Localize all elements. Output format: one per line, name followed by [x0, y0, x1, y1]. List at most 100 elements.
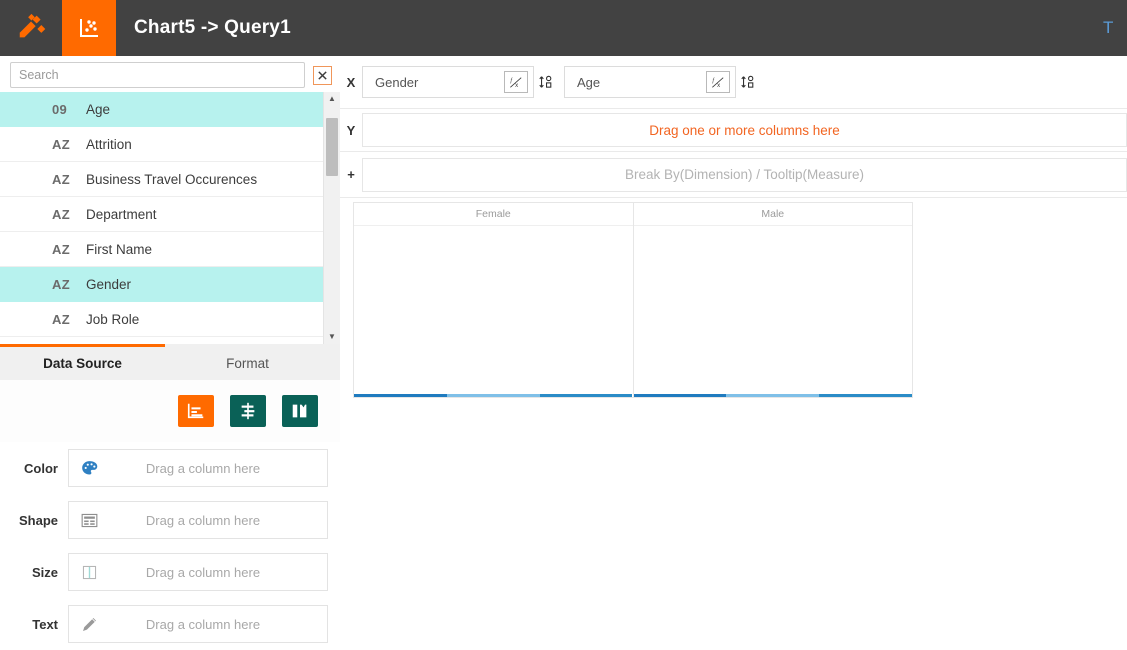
bar-segment [539, 394, 633, 397]
chart-type-toolbar [0, 380, 340, 442]
encoding-label-color: Color [24, 460, 58, 476]
scroll-down-arrow-icon[interactable]: ▼ [328, 330, 336, 344]
bar-segment [446, 394, 540, 397]
column-list-wrapper: 09 Age AZ Attrition AZ Business Travel O… [0, 92, 340, 344]
scatter-chart-icon[interactable] [62, 0, 116, 56]
bar-series-female [354, 394, 633, 397]
column-list-scrollbar[interactable]: ▲ ▼ [323, 92, 340, 344]
column-name: Job Role [86, 311, 140, 327]
x-pill-gender[interactable]: Gender f x [362, 66, 534, 98]
x-pill-group-age: Age f x [564, 66, 760, 98]
data-source-panel: 09 Age AZ Attrition AZ Business Travel O… [0, 56, 341, 643]
search-input[interactable] [10, 62, 305, 88]
tab-data-source[interactable]: Data Source [0, 344, 165, 380]
color-drop-zone[interactable]: Drag a column here [68, 449, 328, 487]
bar-chart-type-button[interactable] [178, 395, 214, 427]
encoding-label-text: Text [32, 616, 58, 632]
column-item-first-name[interactable]: AZ First Name [0, 232, 323, 267]
column-name: Gender [86, 276, 132, 292]
clear-search-button[interactable] [313, 65, 332, 85]
encoding-label-size: Size [31, 564, 58, 580]
facet-plot-female[interactable] [354, 226, 633, 397]
x-shelf-key: X [346, 74, 356, 90]
size-bar-icon [69, 563, 109, 582]
tab-format[interactable]: Format [165, 344, 330, 380]
column-type-badge: AZ [52, 276, 70, 292]
y-shelf: Y Drag one or more columns here [340, 109, 1127, 152]
chart-workspace: X Gender f x Age f x Y Drag one or more … [340, 56, 1127, 636]
header-right-edge-label[interactable]: T [1103, 0, 1127, 56]
chart-facet-male[interactable]: Male [632, 202, 913, 398]
break-by-shelf: + Break By(Dimension) / Tooltip(Measure) [340, 152, 1127, 198]
encoding-label-shape: Shape [18, 512, 58, 528]
x-pill-group-gender: Gender f x [362, 66, 558, 98]
scroll-up-arrow-icon[interactable]: ▲ [328, 92, 336, 106]
column-item-gender[interactable]: AZ Gender [0, 267, 323, 302]
column-type-badge: AZ [52, 136, 70, 152]
x-pill-gender-label: Gender [375, 74, 419, 90]
column-type-badge: AZ [52, 311, 70, 327]
column-item-attrition[interactable]: AZ Attrition [0, 127, 323, 162]
facet-title-male: Male [633, 203, 912, 226]
y-drop-zone[interactable]: Drag one or more columns here [362, 113, 1127, 147]
scrollbar-track[interactable] [324, 106, 340, 330]
chart-canvas[interactable]: Female Male [353, 202, 913, 398]
encoding-row-size: Size Drag a column here [0, 546, 340, 598]
panel-tabs: Data Source Format [0, 344, 340, 381]
bar-segment [633, 394, 727, 397]
color-drop-placeholder: Drag a column here [145, 460, 261, 476]
bar-segment [819, 394, 912, 397]
column-name: Business Travel Occurences [86, 171, 258, 187]
column-name: First Name [86, 241, 153, 257]
chart-facets: Female Male [353, 202, 913, 398]
palette-icon [69, 459, 109, 478]
scrollbar-thumb[interactable] [326, 118, 338, 176]
break-by-drop-placeholder: Break By(Dimension) / Tooltip(Measure) [624, 167, 865, 182]
bar-segment [354, 394, 447, 397]
chart-builder-app: Chart5 -> Query1 T 09 Age AZ Attrition [0, 0, 1127, 643]
column-name: Department [86, 206, 157, 222]
text-drop-zone[interactable]: Drag a column here [68, 605, 328, 643]
function-fx-icon[interactable]: f x [504, 71, 528, 93]
shape-drop-placeholder: Drag a column here [145, 512, 261, 528]
facet-plot-male[interactable] [633, 226, 913, 397]
column-name: Attrition [86, 136, 132, 152]
encoding-row-text: Text Drag a column here [0, 598, 340, 650]
encoding-row-color: Color Drag a column here [0, 442, 340, 494]
stacked-chart-type-button[interactable] [230, 395, 266, 427]
size-drop-zone[interactable]: Drag a column here [68, 553, 328, 591]
sort-az-icon[interactable] [534, 74, 558, 90]
function-fx-icon[interactable]: f x [706, 71, 730, 93]
search-row [0, 56, 340, 92]
column-item-age[interactable]: 09 Age [0, 92, 323, 127]
x-pill-age[interactable]: Age f x [564, 66, 736, 98]
y-shelf-key: Y [346, 122, 356, 138]
break-by-shelf-key: + [347, 167, 355, 182]
svg-text:f: f [510, 77, 513, 84]
pencil-icon [69, 615, 109, 634]
size-drop-placeholder: Drag a column here [145, 564, 261, 580]
column-item-job-role[interactable]: AZ Job Role [0, 302, 323, 337]
chart-facet-female[interactable]: Female [353, 202, 633, 398]
sort-az-icon[interactable] [736, 74, 760, 90]
app-header: Chart5 -> Query1 T [0, 0, 1127, 56]
text-drop-placeholder: Drag a column here [145, 616, 261, 632]
app-logo-icon[interactable] [0, 0, 62, 56]
column-item-department[interactable]: AZ Department [0, 197, 323, 232]
break-by-drop-zone[interactable]: Break By(Dimension) / Tooltip(Measure) [362, 157, 1127, 192]
svg-text:x: x [515, 82, 518, 88]
column-item-business-travel-occurences[interactable]: AZ Business Travel Occurences [0, 162, 323, 197]
bar-segment [726, 394, 820, 397]
x-shelf: X Gender f x Age f x [340, 56, 1127, 109]
shape-drop-zone[interactable]: Drag a column here [68, 501, 328, 539]
shape-form-icon [69, 511, 109, 530]
x-shelf-body[interactable]: Gender f x Age f x [362, 65, 1127, 99]
column-name: Age [86, 101, 111, 117]
x-pill-age-label: Age [577, 74, 601, 90]
column-type-badge: 09 [52, 101, 68, 117]
svg-text:f: f [712, 77, 715, 84]
page-title: Chart5 -> Query1 [134, 17, 291, 38]
rotate-chart-type-button[interactable] [282, 395, 318, 427]
column-type-badge: AZ [52, 171, 70, 187]
y-drop-placeholder: Drag one or more columns here [649, 122, 840, 138]
